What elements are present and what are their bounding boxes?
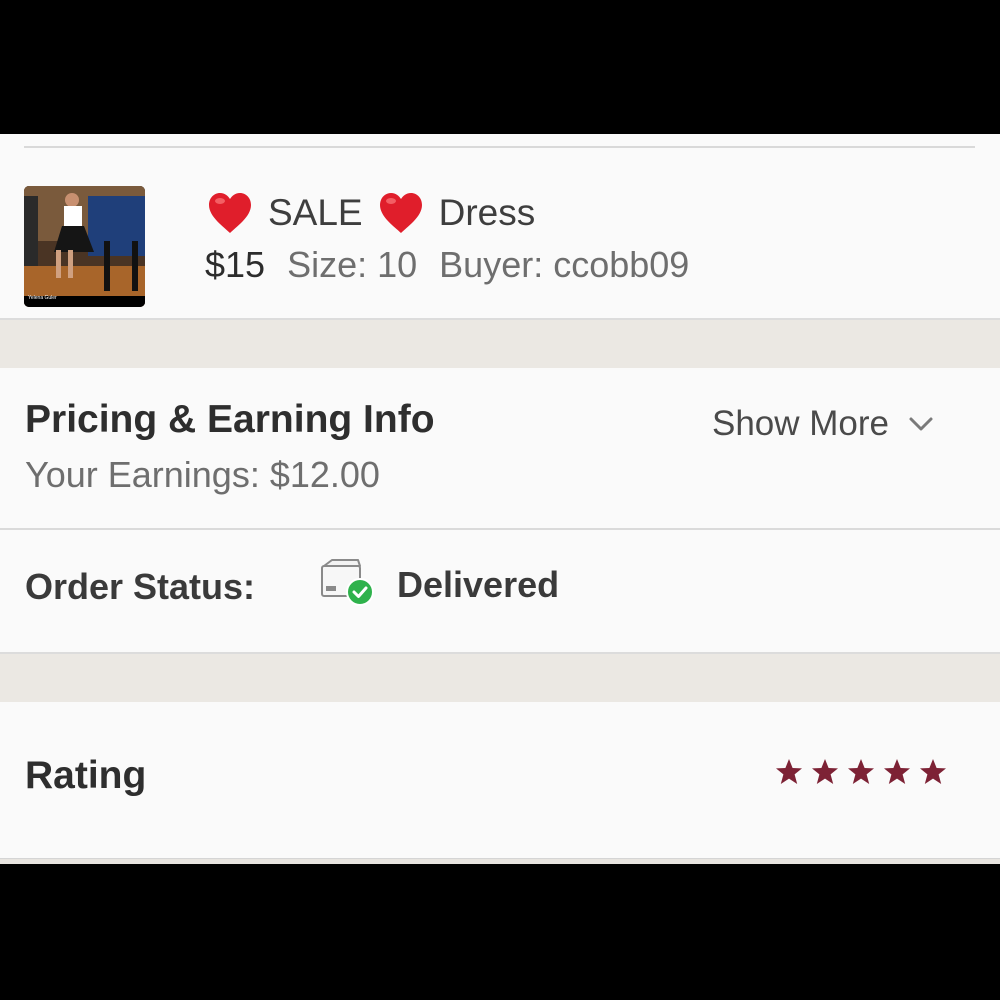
- title-sale-word: SALE: [268, 192, 363, 233]
- section-separator: [0, 652, 1000, 702]
- listing-buyer: Buyer: ccobb09: [439, 244, 690, 285]
- star-icon: [812, 759, 838, 784]
- earnings-text: Your Earnings: $12.00: [25, 454, 380, 495]
- chevron-down-icon: [909, 417, 933, 431]
- thumbnail-caption: Yelena Guler: [28, 295, 57, 301]
- title-dress-word: Dress: [438, 192, 536, 233]
- star-icon: [776, 759, 802, 784]
- rating-stars: [775, 758, 955, 786]
- listing-price: $15: [205, 244, 266, 285]
- listing-size: Size: 10: [287, 244, 418, 285]
- rating-section: Rating: [0, 702, 1000, 858]
- section-separator: [0, 318, 1000, 368]
- letterbox-bottom: [0, 864, 1000, 1000]
- show-more-button[interactable]: Show More: [712, 402, 935, 446]
- listing-title: SALE Dress: [206, 188, 535, 238]
- order-detail-screen: Yelena Guler SALE Dress $15 Size: 10 Buy: [0, 134, 1000, 864]
- order-status-value: Delivered: [397, 564, 560, 605]
- order-status-label: Order Status:: [25, 566, 256, 607]
- listing-row[interactable]: Yelena Guler SALE Dress $15 Size: 10 Buy: [0, 148, 1000, 318]
- listing-thumbnail[interactable]: Yelena Guler: [24, 186, 145, 307]
- pricing-section: Pricing & Earning Info Your Earnings: $1…: [0, 368, 1000, 528]
- star-icon: [848, 759, 874, 784]
- order-status-section: Order Status: Delivered: [0, 530, 1000, 652]
- star-icon: [920, 759, 946, 784]
- heart-icon: [377, 189, 425, 237]
- star-icon: [884, 759, 910, 784]
- listing-meta: $15 Size: 10 Buyer: ccobb09: [205, 242, 689, 288]
- heart-icon: [206, 189, 254, 237]
- pricing-title: Pricing & Earning Info: [25, 398, 435, 441]
- rating-label: Rating: [25, 754, 147, 797]
- show-more-label: Show More: [712, 404, 890, 443]
- letterbox-top: [0, 0, 1000, 134]
- package-delivered-icon: [321, 559, 374, 606]
